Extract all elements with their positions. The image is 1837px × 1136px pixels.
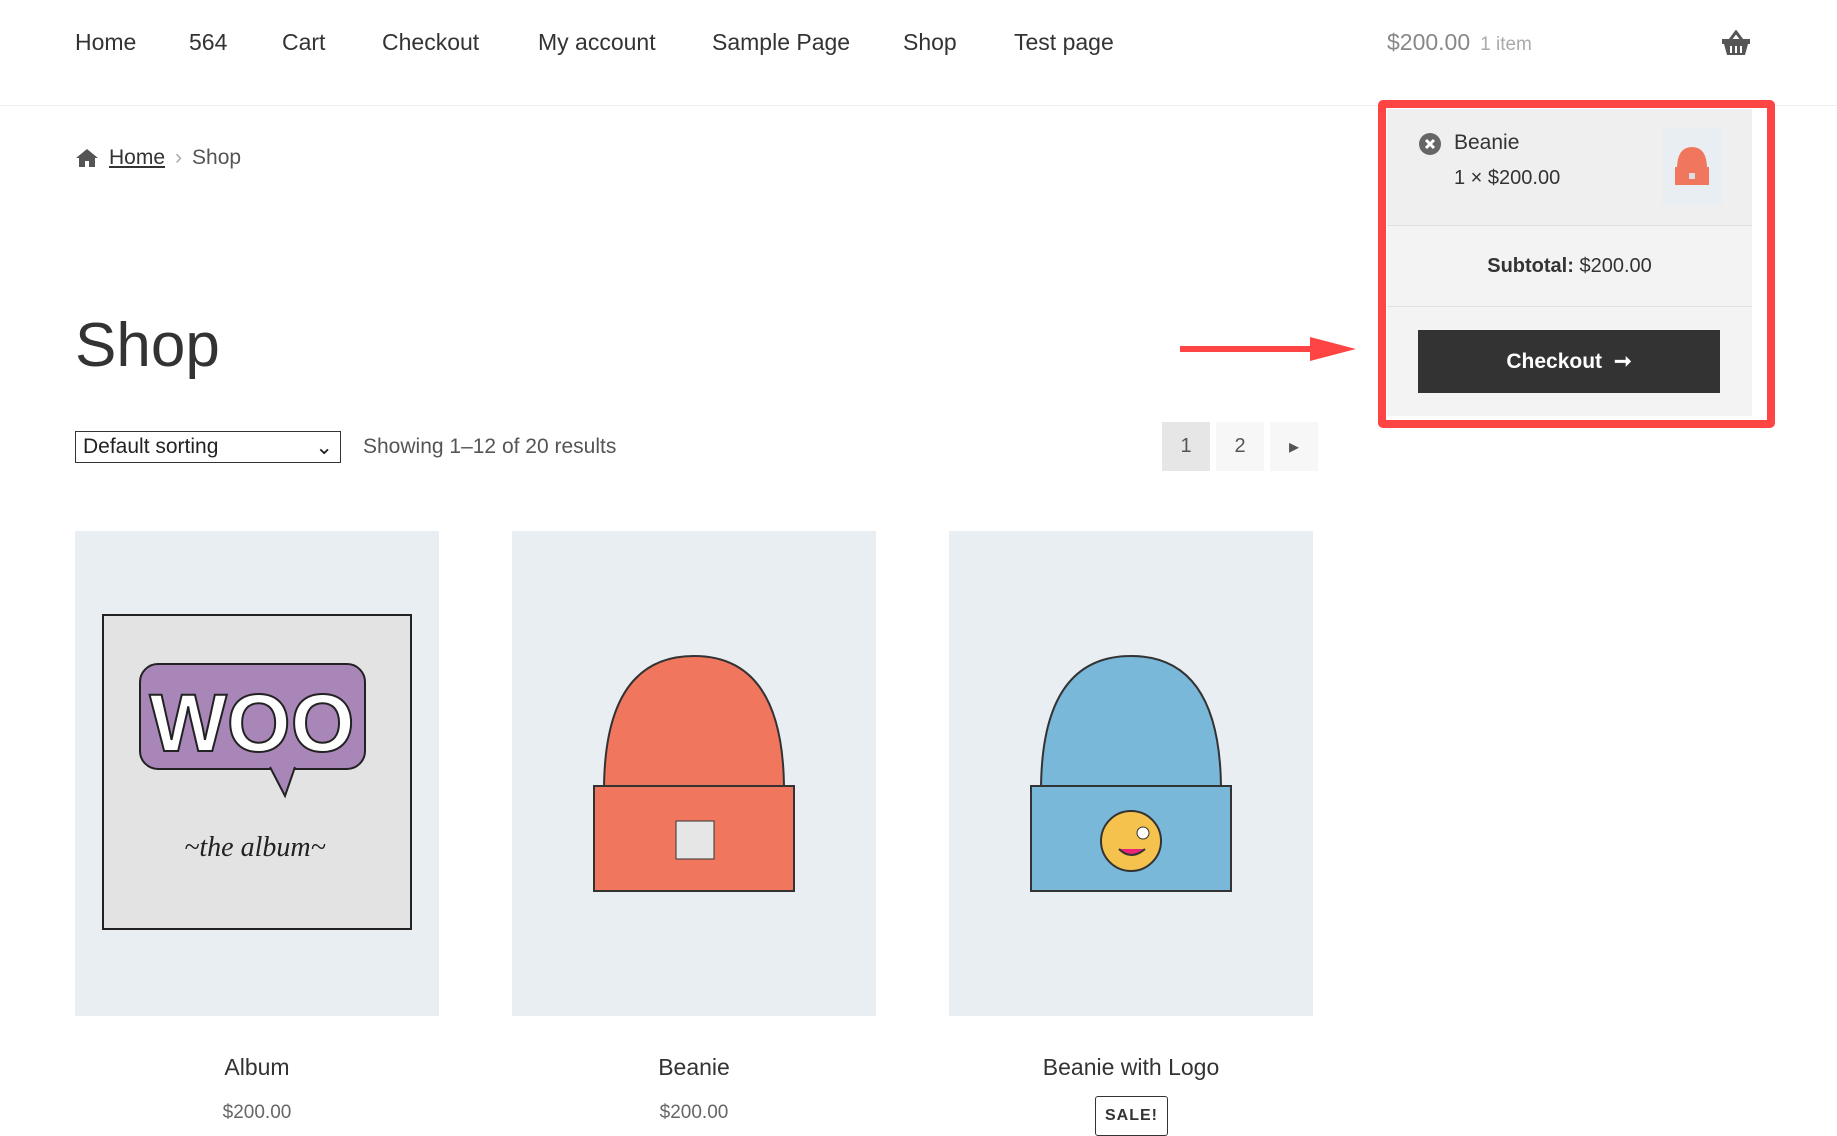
mini-cart-item-qty-price: 1 × $200.00: [1454, 167, 1561, 189]
nav-home[interactable]: Home: [75, 29, 136, 56]
nav-my-account[interactable]: My account: [538, 29, 656, 56]
product-name[interactable]: Beanie with Logo: [949, 1054, 1313, 1081]
product-price: $200.00: [222, 1102, 292, 1123]
annotation-arrow-icon: [1180, 337, 1356, 361]
arrow-right-icon: ➞: [1614, 350, 1632, 373]
checkout-label: Checkout: [1506, 349, 1603, 373]
sale-badge: SALE!: [1095, 1096, 1168, 1136]
breadcrumb: Home › Shop: [75, 146, 241, 170]
breadcrumb-current: Shop: [192, 146, 242, 169]
mini-cart-subtotal: Subtotal: $200.00: [1387, 226, 1752, 307]
chevron-down-icon: ⌄: [315, 435, 333, 459]
basket-icon[interactable]: [1721, 30, 1751, 56]
page-2[interactable]: 2: [1216, 422, 1264, 471]
subtotal-value: $200.00: [1579, 254, 1652, 277]
remove-item-icon[interactable]: [1419, 133, 1441, 155]
page-1[interactable]: 1: [1162, 422, 1210, 471]
subtotal-label: Subtotal:: [1487, 254, 1574, 277]
nav-test-page[interactable]: Test page: [1014, 29, 1114, 56]
sorting-select[interactable]: Default sorting ⌄: [75, 431, 341, 463]
breadcrumb-separator: ›: [175, 146, 183, 169]
page-title: Shop: [75, 311, 220, 380]
product-image-album[interactable]: WOO ~the album~: [75, 531, 439, 1016]
svg-text:WOO: WOO: [150, 678, 355, 769]
nav-564[interactable]: 564: [189, 29, 227, 56]
mini-cart-item-name[interactable]: Beanie: [1454, 131, 1519, 155]
sorting-value: Default sorting: [83, 435, 219, 458]
nav-checkout[interactable]: Checkout: [382, 29, 479, 56]
home-icon: [76, 149, 98, 167]
breadcrumb-home[interactable]: Home: [109, 146, 165, 170]
product-name[interactable]: Beanie: [512, 1054, 876, 1081]
product-price: $200.00: [659, 1102, 729, 1123]
svg-text:~the album~: ~the album~: [184, 832, 326, 863]
nav-cart[interactable]: Cart: [282, 29, 325, 56]
caret-right-icon[interactable]: ▸: [1270, 422, 1318, 471]
nav-shop[interactable]: Shop: [903, 29, 957, 56]
cart-total: $200.00: [1387, 29, 1471, 55]
mini-cart-item: Beanie 1 × $200.00: [1387, 109, 1752, 226]
checkout-button[interactable]: Checkout ➞: [1418, 330, 1720, 393]
product-name[interactable]: Album: [75, 1054, 439, 1081]
product-image-beanie-with-logo[interactable]: [949, 531, 1313, 1016]
header-cart-link[interactable]: $200.00 1 item: [1387, 29, 1532, 56]
product-image-beanie[interactable]: [512, 531, 876, 1016]
cart-count: 1 item: [1480, 34, 1532, 55]
nav-sample-page[interactable]: Sample Page: [712, 29, 850, 56]
result-count: Showing 1–12 of 20 results: [363, 435, 617, 458]
mini-cart-item-thumbnail: [1662, 127, 1722, 205]
